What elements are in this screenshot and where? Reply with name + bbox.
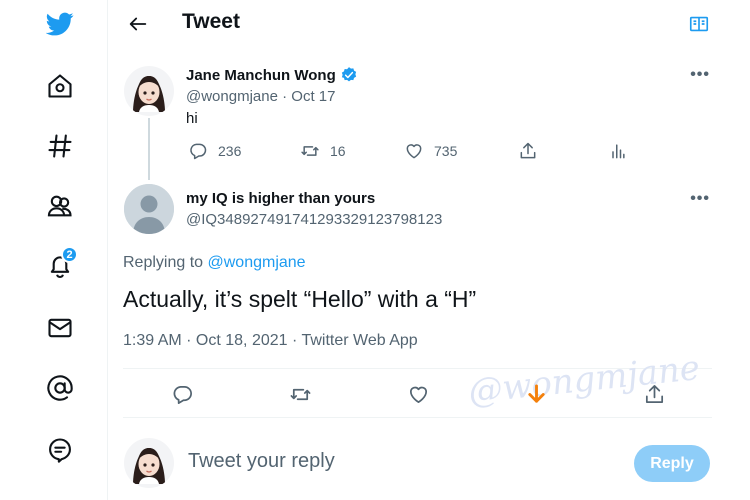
sidebar: 2 (0, 0, 108, 500)
share-action[interactable] (518, 141, 538, 161)
reply-tweet-text: Actually, it’s spelt “Hello” with a “H” (123, 286, 477, 312)
replying-to: Replying to @wongmjane (123, 254, 306, 272)
avatar-jane[interactable] (124, 66, 174, 116)
heart-icon (406, 144, 422, 159)
reply-submit-button[interactable]: Reply (634, 445, 710, 482)
share-icon (520, 142, 536, 159)
downvote-arrow-icon[interactable] (522, 380, 550, 408)
author-name-text: Jane Manchun Wong (186, 66, 336, 84)
home-icon[interactable] (44, 70, 76, 102)
reply-author-handle[interactable]: @IQ348927491741293329123798123 (186, 211, 442, 228)
topics-icon[interactable] (44, 434, 76, 466)
reply-action[interactable]: 236 (188, 141, 241, 161)
thread-connector (148, 118, 150, 180)
replying-to-handle-link[interactable]: @wongmjane (208, 254, 306, 271)
author-name[interactable]: Jane Manchun Wong (186, 66, 358, 84)
more-options-icon[interactable]: ••• (690, 66, 710, 84)
notifications-icon[interactable]: 2 (44, 246, 78, 282)
reply-input[interactable]: Tweet your reply (188, 450, 468, 473)
like-button-icon[interactable] (404, 380, 432, 408)
twitter-logo-icon[interactable] (44, 8, 76, 40)
back-arrow-icon[interactable] (122, 8, 154, 40)
tweet-text: hi (186, 110, 198, 127)
explore-icon[interactable] (44, 130, 76, 162)
main-column: Tweet Jane Manchun Wong @wongmjane · Oct… (108, 0, 750, 500)
author-handle[interactable]: @wongmjane (186, 88, 278, 105)
reply-author-name[interactable]: my IQ is higher than yours (186, 190, 375, 207)
mentions-icon[interactable] (44, 372, 76, 404)
reader-mode-icon[interactable] (686, 12, 712, 36)
reply-icon (190, 143, 207, 160)
communities-icon[interactable] (44, 190, 76, 222)
share-button-icon[interactable] (640, 380, 668, 408)
reply-more-options-icon[interactable]: ••• (690, 190, 710, 208)
reply-tweet-meta[interactable]: 1:39 AM · Oct 18, 2021 · Twitter Web App (123, 332, 418, 350)
reply-button-icon[interactable] (168, 380, 196, 408)
like-count: 735 (434, 143, 458, 159)
avatar-default[interactable] (124, 184, 174, 234)
notifications-badge: 2 (61, 246, 78, 263)
page-title: Tweet (182, 10, 240, 33)
reply-count: 236 (218, 143, 242, 159)
replying-to-label: Replying to (123, 254, 204, 271)
retweet-button-icon[interactable] (286, 380, 314, 408)
composer-avatar[interactable] (124, 438, 174, 488)
verified-icon (341, 67, 356, 82)
retweet-count: 16 (330, 143, 346, 159)
author-handle-line: @wongmjane · Oct 17 (186, 88, 335, 105)
messages-icon[interactable] (44, 312, 76, 344)
divider (123, 417, 712, 418)
analytics-action[interactable] (608, 141, 628, 161)
tweet-date[interactable]: · Oct 17 (282, 88, 335, 105)
retweet-icon (301, 146, 319, 156)
retweet-action[interactable]: 16 (300, 141, 346, 161)
analytics-icon (612, 144, 625, 159)
like-action[interactable]: 735 (404, 141, 457, 161)
